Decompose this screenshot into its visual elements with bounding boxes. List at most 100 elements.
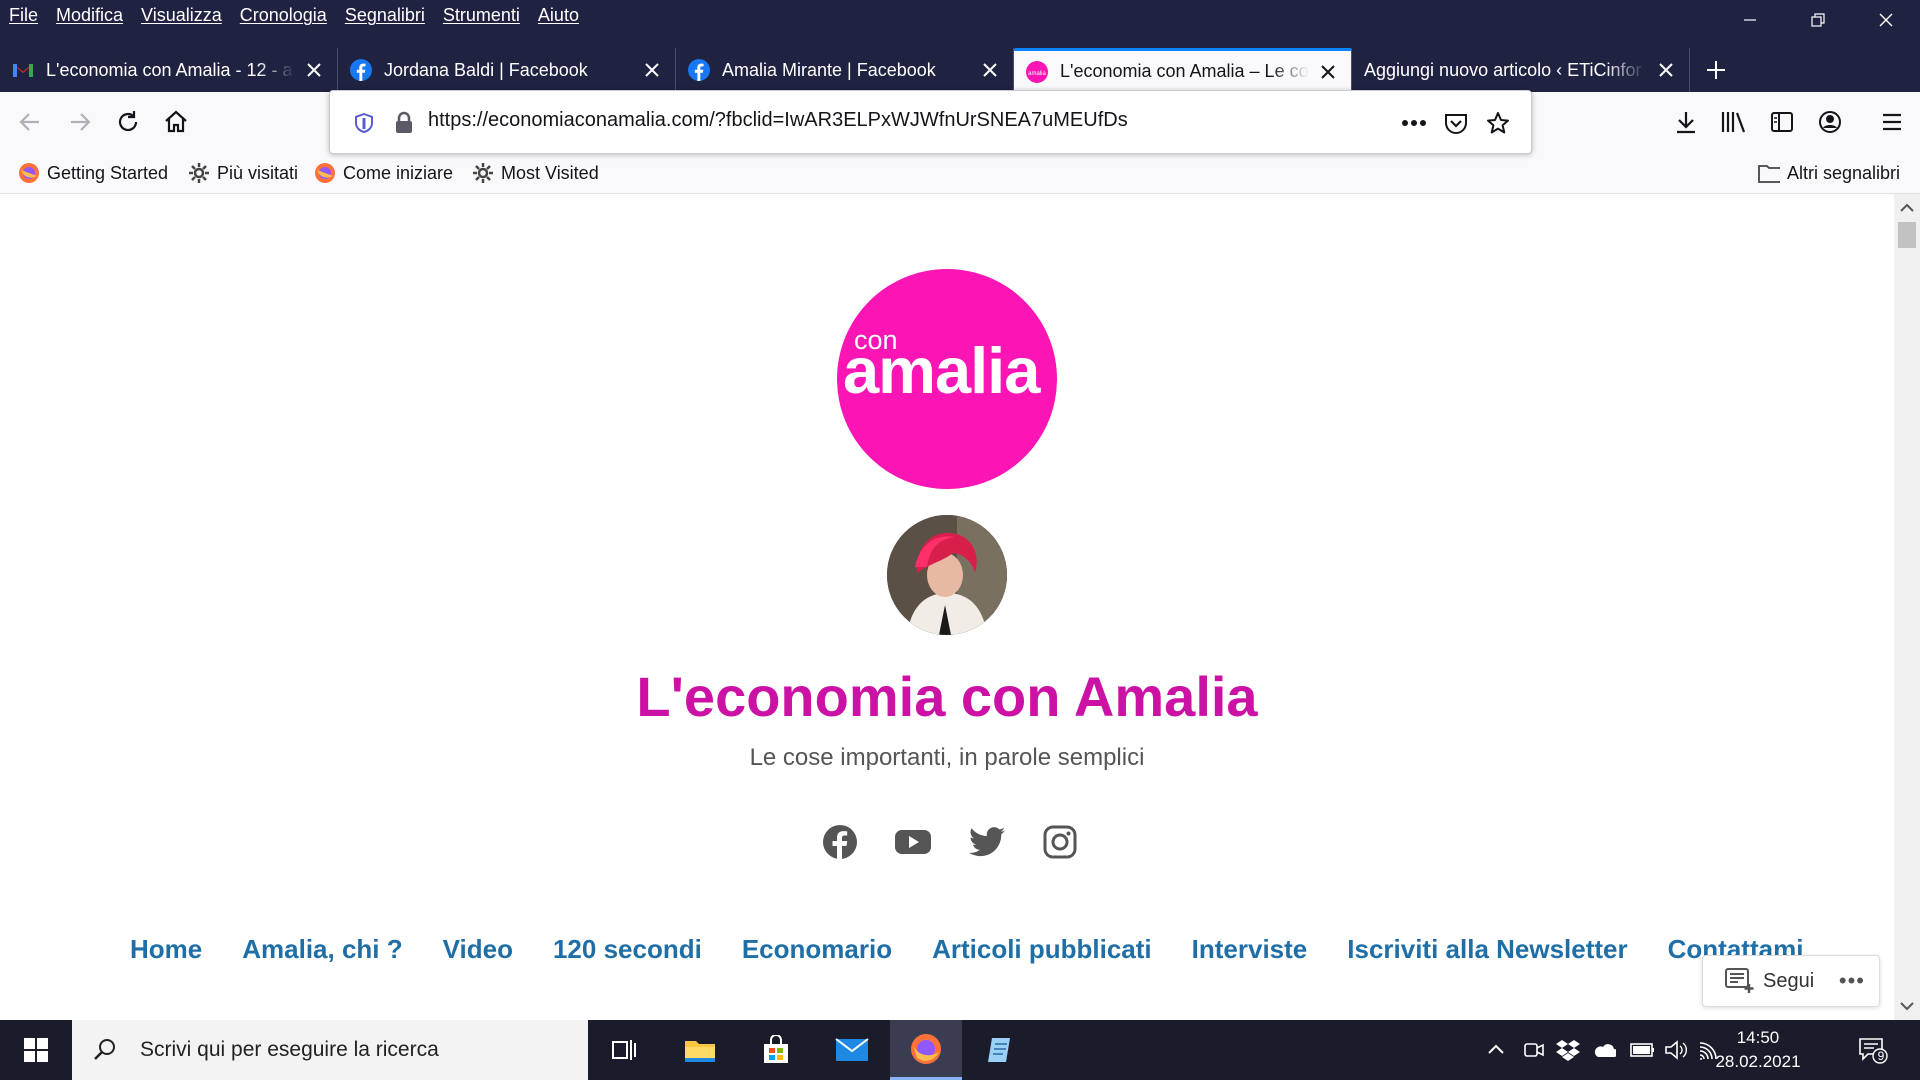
meet-now-icon[interactable] [1522,1038,1546,1062]
site-tagline: Le cose importanti, in parole semplici [749,744,1145,771]
account-icon [1819,111,1841,133]
chevron-down-icon [1900,1002,1914,1011]
page-actions-icon[interactable] [1400,109,1428,137]
address-bar[interactable]: https://economiaconamalia.com/?fbclid=Iw… [329,90,1532,154]
gear-icon [188,162,210,184]
library-button[interactable] [1716,104,1752,140]
window-controls [1716,0,1920,40]
instagram-icon[interactable] [1040,822,1080,862]
nav-articoli-pubblicati[interactable]: Articoli pubblicati [932,934,1152,974]
windows-taskbar: Scrivi qui per eseguire la ricerca 14:50… [0,1020,1920,1080]
nav-home[interactable]: Home [130,934,202,974]
system-tray: 14:50 28.02.2021 9 [0,1020,1920,1080]
close-window-button[interactable] [1852,0,1920,40]
browser-titlebar: File Modifica Visualizza Cronologia Segn… [0,0,1920,92]
menu-aiuto[interactable]: Aiuto [538,5,579,26]
nav-newsletter[interactable]: Iscriviti alla Newsletter [1347,934,1627,974]
minimize-button[interactable] [1716,0,1784,40]
hamburger-icon [1883,113,1901,131]
tab-title: Amalia Mirante | Facebook [722,59,936,80]
onedrive-icon[interactable] [1592,1038,1616,1062]
menu-button[interactable] [1874,104,1910,140]
home-button[interactable] [158,104,194,140]
nav-interviste[interactable]: Interviste [1192,934,1308,974]
menu-strumenti[interactable]: Strumenti [443,5,520,26]
tab-title: Aggiungi nuovo articolo ‹ ETiCinfor [1364,59,1642,80]
sidebar-icon [1771,112,1793,132]
facebook-icon [350,59,372,81]
nav-amalia-chi[interactable]: Amalia, chi ? [242,934,402,974]
close-icon [1879,13,1893,27]
tab-close-icon[interactable] [1317,61,1339,83]
bookmark-other[interactable]: Altri segnalibri [1758,160,1900,186]
tab-close-icon[interactable] [979,59,1001,81]
avatar [887,515,1007,635]
url-text[interactable]: https://economiaconamalia.com/?fbclid=Iw… [428,109,1128,132]
nav-economario[interactable]: Economario [742,934,892,974]
folder-icon [1758,162,1780,184]
menu-modifica[interactable]: Modifica [56,5,123,26]
new-tab-button[interactable] [1690,48,1742,92]
follow-widget[interactable]: Segui ••• [1702,955,1880,1007]
web-page: con amalia L'economia con Amalia Le cose… [0,194,1920,1020]
clock-date: 28.02.2021 [1715,1052,1801,1071]
bookmark-come-iniziare[interactable]: Come iniziare [314,160,453,186]
facebook-icon [688,59,710,81]
facebook-icon[interactable] [820,822,860,862]
site-title[interactable]: L'economia con Amalia [0,664,1894,729]
battery-icon[interactable] [1630,1038,1654,1062]
back-button[interactable] [12,104,48,140]
notifications-button[interactable]: 9 [1858,1038,1888,1064]
download-icon [1677,112,1695,134]
taskbar-clock[interactable]: 14:50 28.02.2021 [1708,1026,1808,1074]
more-options-icon[interactable]: ••• [1839,968,1865,994]
tab-amalia-active[interactable]: amalia L'economia con Amalia – Le cose [1014,48,1352,92]
follow-label: Segui [1763,969,1815,992]
menu-visualizza[interactable]: Visualizza [141,5,222,26]
scrollbar-thumb[interactable] [1898,222,1916,248]
logo-big-text: amalia [843,334,1040,407]
menu-segnalibri[interactable]: Segnalibri [345,5,425,26]
tab-facebook-jordana[interactable]: Jordana Baldi | Facebook [338,48,676,92]
bookmark-getting-started[interactable]: Getting Started [18,160,168,186]
youtube-icon[interactable] [893,822,933,862]
plus-icon [1707,61,1725,79]
bookmarks-toolbar: Getting Started Più visitati Come inizia… [0,152,1920,194]
volume-icon[interactable] [1664,1038,1688,1062]
dropbox-icon[interactable] [1556,1038,1580,1062]
lock-icon[interactable] [390,109,418,137]
vertical-scrollbar[interactable] [1894,194,1920,1020]
menu-file[interactable]: File [9,5,38,26]
tab-close-icon[interactable] [641,59,663,81]
tab-close-icon[interactable] [1655,59,1677,81]
bookmark-star-icon[interactable] [1484,109,1512,137]
bookmark-most-visited[interactable]: Most Visited [472,160,599,186]
sidebar-button[interactable] [1764,104,1800,140]
pocket-icon[interactable] [1442,109,1470,137]
tab-gmail[interactable]: L'economia con Amalia - 12 - a [0,48,338,92]
twitter-icon[interactable] [967,822,1007,862]
chevron-up-icon[interactable] [1484,1038,1508,1062]
downloads-button[interactable] [1668,104,1704,140]
nav-video[interactable]: Video [443,934,513,974]
notification-count: 9 [1877,1049,1885,1063]
bookmark-piu-visitati[interactable]: Più visitati [188,160,298,186]
site-logo[interactable]: con amalia [837,269,1057,489]
menu-cronologia[interactable]: Cronologia [240,5,327,26]
tab-title: Jordana Baldi | Facebook [384,59,588,80]
amalia-icon: amalia [1026,60,1048,83]
nav-120-secondi[interactable]: 120 secondi [553,934,702,974]
shield-icon[interactable] [350,109,378,137]
restore-button[interactable] [1784,0,1852,40]
svg-text:amalia: amalia [1028,71,1046,77]
tab-eticinfo[interactable]: Aggiungi nuovo articolo ‹ ETiCinfor [1352,48,1690,92]
clock-time: 14:50 [1736,1028,1780,1047]
tab-facebook-amalia[interactable]: Amalia Mirante | Facebook [676,48,1014,92]
reload-button[interactable] [110,104,146,140]
tab-close-icon[interactable] [303,59,325,81]
forward-button[interactable] [62,104,98,140]
account-button[interactable] [1812,104,1848,140]
bookmark-label: Most Visited [501,162,599,183]
bookmark-label: Come iniziare [343,162,454,183]
gear-icon [472,162,494,184]
